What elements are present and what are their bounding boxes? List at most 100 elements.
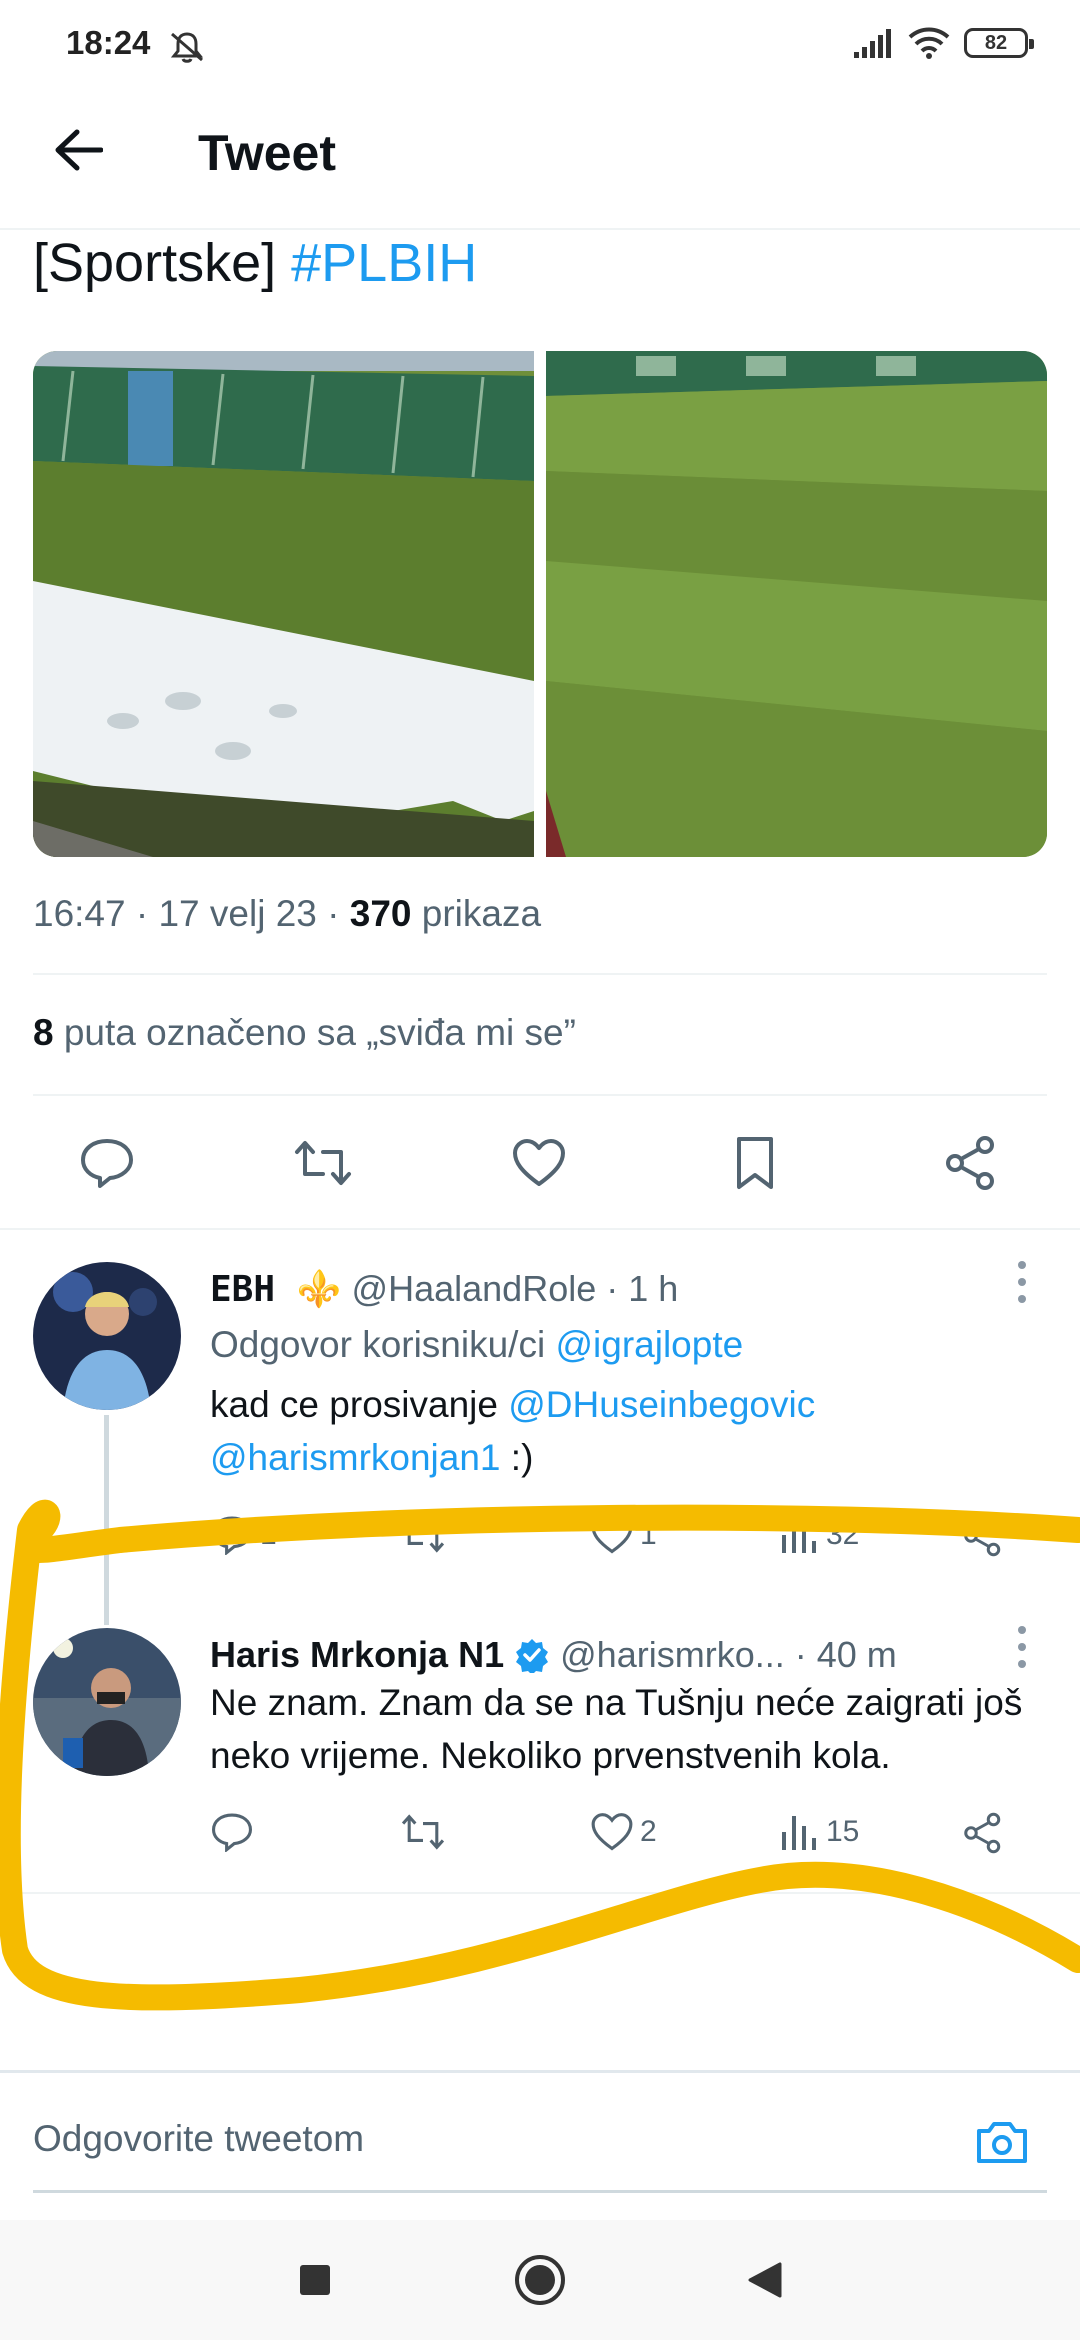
tweet-text-prefix: [Sportske] (33, 233, 292, 293)
reply-views-count: 15 (826, 1815, 860, 1848)
camera-icon (977, 2122, 1027, 2163)
likes-summary[interactable]: 8 puta označeno sa „sviđa mi se” (33, 1012, 576, 1054)
actions-divider (0, 1228, 1080, 1230)
replying-prefix: Odgovor korisniku/ci (210, 1324, 556, 1365)
reply-reply-button[interactable]: 1 (210, 1515, 277, 1555)
more-options-icon[interactable] (1012, 1257, 1032, 1307)
recents-button[interactable] (285, 2250, 345, 2310)
bookmark-icon (737, 1137, 773, 1189)
mention-link-2[interactable]: @harismrkonjan1 (210, 1437, 501, 1478)
reply-header: EBH ⚜️ @HaalandRole · 1 h (210, 1268, 678, 1310)
replying-to: Odgovor korisniku/ci @igrajlopte (210, 1318, 1030, 1371)
reply-text: Ne znam. Znam da se na Tušnju neće zaigr… (210, 1682, 1023, 1776)
heart-icon (591, 1516, 633, 1554)
reply-reply-button[interactable] (210, 1812, 254, 1852)
verified-badge-icon (516, 1639, 549, 1675)
reply-display-name[interactable]: EBH ⚜️ (210, 1269, 342, 1310)
reply-action-bar: 1 1 32 (210, 1515, 1030, 1565)
likes-label: puta označeno sa „sviđa mi se” (53, 1012, 576, 1053)
views-count: 370 (349, 893, 412, 934)
reply-like-button[interactable]: 2 (590, 1812, 657, 1852)
share-button[interactable] (936, 1128, 1006, 1198)
bookmark-button[interactable] (720, 1128, 790, 1198)
mute-bell-icon (170, 32, 204, 63)
status-time: 18:24 (66, 24, 151, 61)
compose-underline (33, 2190, 1047, 2193)
heart-icon (591, 1813, 633, 1851)
tweet-image-2[interactable] (546, 351, 1047, 857)
replying-to-link[interactable]: @igrajlopte (555, 1324, 743, 1365)
share-icon (964, 1515, 1001, 1557)
reply-like-count: 2 (640, 1815, 657, 1848)
battery-indicator: 82 (964, 28, 1034, 58)
reply-views-button[interactable]: 15 (780, 1812, 859, 1852)
views-icon (782, 1816, 816, 1850)
reply-text: kad ce prosivanje @DHuseinbegovic @haris… (210, 1378, 1030, 1484)
reply-views-count: 32 (826, 1518, 860, 1551)
stadium-snow-image (33, 351, 534, 857)
reply-display-name[interactable]: Haris Mrkonja N1 (210, 1634, 504, 1675)
more-options-icon[interactable] (1012, 1622, 1032, 1672)
hashtag-link[interactable]: #PLBIH (291, 233, 477, 293)
compose-divider (0, 2070, 1080, 2073)
camera-button[interactable] (972, 2112, 1032, 2172)
reply-handle[interactable]: @HaalandRole (352, 1268, 597, 1309)
retweet-icon (401, 1517, 445, 1553)
square-icon (300, 2265, 330, 2295)
reply-header: Haris Mrkonja N1 @harismrko... · 40 m (210, 1634, 897, 1676)
mention-link-1[interactable]: @DHuseinbegovic (508, 1384, 815, 1425)
home-button[interactable] (510, 2250, 570, 2310)
reply-views-button[interactable]: 32 (780, 1515, 859, 1555)
avatar[interactable] (33, 1262, 181, 1410)
system-nav-bar (0, 2220, 1080, 2340)
retweet-button[interactable] (288, 1128, 358, 1198)
reply-button[interactable] (72, 1128, 142, 1198)
tweet-text: [Sportske] #PLBIH (33, 232, 477, 294)
reply-icon (81, 1139, 133, 1188)
share-icon (946, 1136, 994, 1190)
thread-line (104, 1415, 109, 1625)
reply-like-button[interactable]: 1 (590, 1515, 657, 1555)
reply-icon (211, 1516, 253, 1555)
meta-divider (33, 973, 1047, 975)
reply-like-count: 1 (640, 1518, 657, 1551)
tweet-meta: 16:47 · 17 velj 23 · 370 prikaza (33, 893, 541, 935)
reply-action-bar: 2 15 (210, 1812, 1030, 1862)
like-button[interactable] (504, 1128, 574, 1198)
avatar-image-ebh (33, 1262, 181, 1410)
home-circle-icon (515, 2255, 565, 2305)
tweet-timestamp: 16:47 · 17 velj 23 · (33, 893, 350, 934)
reply-retweet-button[interactable] (400, 1515, 446, 1555)
signal-icon (854, 29, 891, 58)
retweet-icon (401, 1814, 445, 1850)
header-divider (0, 228, 1080, 230)
retweet-icon (295, 1141, 351, 1185)
nav-back-button[interactable] (735, 2250, 795, 2310)
share-icon (964, 1812, 1001, 1854)
reply-compose-input[interactable]: Odgovorite tweetom (33, 2118, 364, 2160)
likes-count: 8 (33, 1012, 54, 1053)
reply-share-button[interactable] (962, 1812, 1004, 1854)
avatar-image-haris (33, 1628, 181, 1776)
back-button[interactable] (48, 120, 108, 180)
reply-time: · 40 m (794, 1634, 897, 1675)
reply-icon (211, 1813, 253, 1852)
reply-retweet-button[interactable] (400, 1812, 446, 1852)
heart-icon (513, 1139, 565, 1186)
stadium-pitch-image (546, 351, 1047, 857)
triangle-back-icon (748, 2262, 782, 2298)
reply-text-1: kad ce prosivanje (210, 1384, 509, 1425)
wifi-icon (908, 27, 950, 59)
avatar[interactable] (33, 1628, 181, 1776)
tweet-action-bar (0, 1128, 1080, 1198)
back-arrow-icon (55, 129, 103, 171)
reply-share-button[interactable] (962, 1515, 1004, 1557)
status-icons: 82 (854, 26, 1034, 60)
reply-handle[interactable]: @harismrko... (560, 1634, 785, 1675)
reply-text-2: :) (500, 1437, 534, 1478)
page-title: Tweet (198, 125, 336, 181)
reply-count: 1 (260, 1518, 277, 1551)
likes-divider (33, 1094, 1047, 1096)
views-icon (782, 1519, 816, 1553)
tweet-image-1[interactable] (33, 351, 534, 857)
